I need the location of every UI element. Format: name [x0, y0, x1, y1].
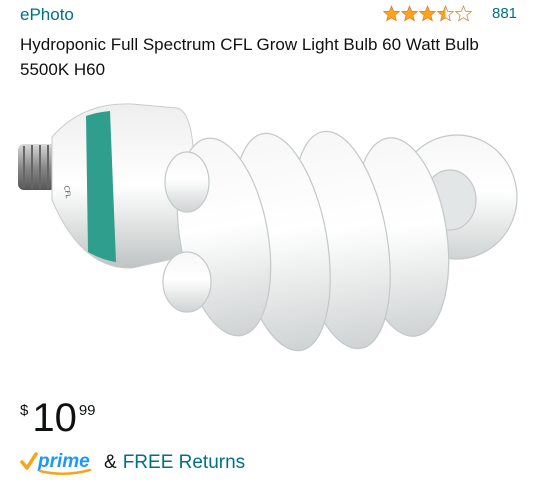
product-image[interactable]: CFL	[12, 82, 524, 367]
star-rating	[383, 5, 472, 22]
star-half-icon	[437, 5, 454, 22]
price: $ 10 99	[20, 398, 96, 438]
star-full-icon	[419, 5, 436, 22]
shipping-info: prime & FREE Returns	[20, 450, 245, 476]
screw-base	[18, 144, 56, 190]
price-fraction: 99	[78, 402, 96, 419]
prime-logo-text: prime	[37, 451, 90, 472]
rating-count: 881	[492, 5, 518, 22]
rating-summary[interactable]: 881	[383, 5, 517, 22]
brand-link[interactable]: ePhoto	[20, 5, 74, 25]
free-returns-link[interactable]: FREE Returns	[123, 452, 245, 474]
price-whole: 10	[32, 396, 77, 440]
price-symbol: $	[20, 402, 29, 419]
product-title[interactable]: Hydroponic Full Spectrum CFL Grow Light …	[20, 32, 520, 82]
prime-logo-icon: prime	[20, 451, 92, 475]
spiral-tube	[162, 130, 518, 352]
star-full-icon	[383, 5, 400, 22]
star-full-icon	[401, 5, 418, 22]
shipping-connector: &	[104, 452, 117, 473]
star-empty-icon	[455, 5, 472, 22]
